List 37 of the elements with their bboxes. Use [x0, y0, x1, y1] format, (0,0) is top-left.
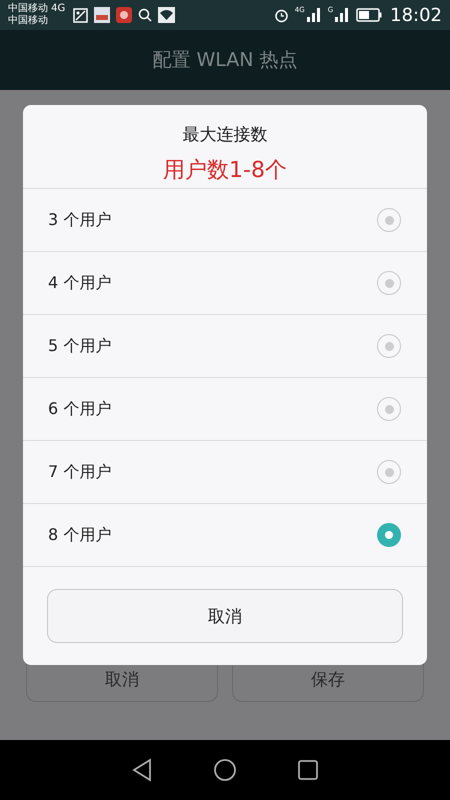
battery-icon: [356, 8, 382, 22]
option-label: 8 个用户: [48, 524, 112, 546]
signal-icon: [334, 7, 350, 23]
radio-button[interactable]: [377, 334, 401, 358]
option-row[interactable]: 8 个用户: [23, 504, 427, 567]
option-row[interactable]: 3 个用户: [23, 189, 427, 252]
annotation-text: 用户数1-8个: [163, 157, 287, 185]
home-icon: [213, 758, 237, 782]
dialog-title: 最大连接数: [182, 124, 268, 146]
clock-time: 18:02: [390, 4, 442, 26]
signal-icon: [306, 7, 322, 23]
option-row[interactable]: 6 个用户: [23, 378, 427, 441]
option-label: 5 个用户: [48, 336, 112, 356]
image-icon: [73, 8, 88, 22]
recents-icon: [297, 759, 319, 781]
wifi-icon: [158, 7, 176, 23]
carrier-label: 中国移动 4G: [8, 3, 66, 14]
option-label: 3 个用户: [48, 210, 112, 230]
radio-button[interactable]: [377, 397, 401, 421]
option-label: 4 个用户: [48, 272, 112, 294]
option-row[interactable]: 7 个用户: [23, 441, 427, 504]
cancel-button[interactable]: 取消: [47, 589, 403, 643]
radio-button[interactable]: [377, 523, 401, 547]
app-icon: [94, 7, 110, 23]
option-row[interactable]: 4 个用户: [23, 252, 427, 315]
option-row[interactable]: 5 个用户: [23, 315, 427, 378]
radio-button[interactable]: [377, 271, 401, 295]
radio-button[interactable]: [377, 460, 401, 484]
radio-button[interactable]: [377, 208, 401, 232]
app-icon: [116, 7, 132, 23]
screen-title: 配置 WLAN 热点: [152, 48, 298, 73]
option-label: 7 个用户: [48, 462, 112, 482]
option-label: 6 个用户: [48, 398, 112, 420]
alarm-icon: [274, 8, 289, 22]
back-icon: [131, 758, 153, 782]
search-icon: [138, 8, 152, 22]
carrier-label: 中国移动: [8, 15, 49, 27]
